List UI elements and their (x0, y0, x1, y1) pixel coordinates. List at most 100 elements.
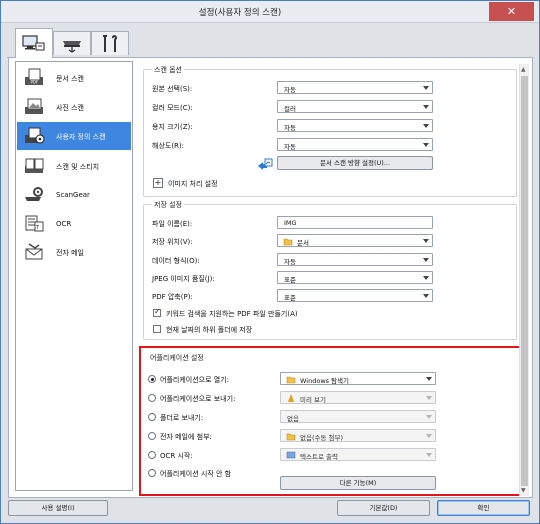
image-processing-expander[interactable]: + (153, 178, 163, 188)
chevron-down-icon (423, 143, 429, 147)
scanner-icon (63, 40, 81, 53)
title-bar: 설정(사용자 정의 스캔) ✕ (1, 1, 539, 23)
open-with-select[interactable]: Windows 탐색기 (280, 372, 436, 385)
sidebar-item-label: 스캔 및 스티치 (56, 163, 100, 171)
save-settings-group: 저장 설정 파일 이름(E): IMG 저장 위치(V): 문서 데이터 형식(… (143, 200, 517, 340)
open-with-label: 어플리케이션으로 열기: (160, 376, 229, 384)
paper-size-value: 자동 (284, 124, 296, 132)
paper-size-select[interactable]: 자동 (277, 119, 433, 132)
application-settings-group: 어플리케이션 설정 어플리케이션으로 열기: Windows 탐색기 어플리케이… (143, 353, 517, 490)
data-format-label: 데이터 형식(O): (152, 257, 200, 265)
chevron-down-icon (426, 377, 432, 381)
resolution-value: 자동 (284, 143, 296, 151)
chevron-down-icon (426, 453, 432, 457)
jpeg-quality-value: 표준 (284, 276, 296, 284)
scrollbar-thumb[interactable] (521, 76, 528, 486)
sidebar-item-custom-scan[interactable]: 사용자 정의 스캔 (17, 122, 131, 150)
scroll-up-arrow-icon[interactable]: ▲ (521, 66, 526, 73)
ok-button[interactable]: 확인 (437, 500, 530, 516)
more-functions-button[interactable]: 다른 기능(M) (280, 476, 436, 490)
chevron-down-icon (426, 396, 432, 400)
orientation-icon (258, 158, 273, 170)
custom-scan-icon (25, 127, 45, 144)
paper-size-label: 용지 크기(Z): (152, 123, 193, 131)
sidebar-item-ocr[interactable]: T OCR (17, 211, 131, 237)
tab-scan-from-operation-panel[interactable] (53, 31, 91, 55)
send-to-app-value: 미리 보기 (300, 396, 326, 404)
save-in-select[interactable]: 문서 (277, 234, 433, 247)
sidebar-item-label: OCR (56, 220, 72, 228)
instructions-button[interactable]: 사용 설명(I) (8, 500, 108, 516)
chevron-down-icon (423, 124, 429, 128)
defaults-button[interactable]: 기본값(D) (337, 500, 430, 516)
chevron-down-icon (423, 276, 429, 280)
folder-icon (286, 376, 296, 384)
image-processing-label: 이미지 처리 설정 (168, 180, 218, 188)
source-select[interactable]: 자동 (277, 81, 433, 94)
ocr-icon: T (25, 215, 44, 232)
resolution-label: 해상도(R): (152, 142, 185, 150)
jpeg-quality-select[interactable]: 표준 (277, 271, 433, 284)
scangear-icon (25, 187, 43, 201)
scrollbar[interactable]: ▲ ▼ (519, 64, 529, 496)
stitch-icon (25, 158, 44, 173)
color-mode-value: 컬러 (284, 105, 296, 113)
svg-text:PDF: PDF (31, 80, 39, 85)
chevron-down-icon (426, 434, 432, 438)
send-to-folder-value: 없음 (287, 415, 299, 423)
preview-icon (288, 394, 294, 402)
searchable-pdf-checkbox[interactable] (153, 307, 161, 317)
sidebar-item-label: 사용자 정의 스캔 (56, 133, 106, 141)
send-to-folder-radio[interactable] (148, 413, 156, 421)
tab-panel: PDF 문서 스캔 사진 스캔 사용자 정의 스캔 스캔 및 스티치 ScanG… (8, 58, 533, 498)
searchable-pdf-label: 키워드 검색을 지원하는 PDF 파일 만들기(A) (166, 310, 298, 318)
sidebar-item-photo-scan[interactable]: 사진 스캔 (17, 94, 131, 120)
send-to-folder-select[interactable]: 없음 (280, 410, 436, 423)
start-ocr-select[interactable]: 텍스트로 출력 (280, 448, 436, 461)
sidebar-item-scan-and-stitch[interactable]: 스캔 및 스티치 (17, 153, 131, 179)
scan-options-group: 스캔 옵션 원본 선택(S): 자동 컬러 모드(C): 컬러 용지 크기(Z)… (143, 65, 517, 197)
color-mode-select[interactable]: 컬러 (277, 100, 433, 113)
tab-general-settings[interactable] (91, 31, 129, 55)
pdf-compression-value: 표준 (284, 294, 296, 302)
start-ocr-radio[interactable] (148, 451, 156, 459)
date-subfolder-checkbox[interactable] (153, 325, 161, 333)
source-label: 원본 선택(S): (152, 85, 193, 93)
orientation-settings-button[interactable]: 문서 스캔 방향 설정(U)... (277, 156, 433, 170)
settings-window: 설정(사용자 정의 스캔) ✕ PDF 문서 스캔 사진 스캔 사용자 정의 스… (0, 0, 540, 524)
close-button[interactable]: ✕ (489, 2, 534, 21)
attach-email-select[interactable]: 없음(수동 첨부) (280, 429, 436, 442)
document-icon: PDF (25, 68, 43, 85)
pdf-compression-select[interactable]: 표준 (277, 289, 433, 302)
sidebar: PDF 문서 스캔 사진 스캔 사용자 정의 스캔 스캔 및 스티치 ScanG… (15, 61, 133, 491)
attach-email-radio[interactable] (148, 432, 156, 440)
start-ocr-label: OCR 시작: (160, 452, 193, 460)
sidebar-item-scangear[interactable]: ScanGear (17, 182, 131, 208)
photo-icon (25, 98, 43, 114)
data-format-value: 자동 (284, 258, 296, 266)
sidebar-item-email[interactable]: 전자 메일 (17, 239, 131, 265)
sidebar-item-label: 문서 스캔 (56, 75, 84, 83)
file-name-input[interactable]: IMG (277, 216, 433, 229)
no-app-radio[interactable] (148, 469, 156, 477)
email-icon (25, 243, 43, 260)
send-to-app-select[interactable]: 미리 보기 (280, 391, 436, 404)
chevron-down-icon (423, 105, 429, 109)
save-in-label: 저장 위치(V): (152, 238, 193, 246)
tab-scan-from-computer[interactable] (15, 28, 53, 58)
scroll-down-arrow-icon[interactable]: ▼ (521, 487, 526, 494)
resolution-select[interactable]: 자동 (277, 138, 433, 151)
file-name-label: 파일 이름(E): (152, 220, 193, 228)
save-in-value: 문서 (297, 239, 309, 247)
data-format-select[interactable]: 자동 (277, 253, 433, 266)
sidebar-item-document-scan[interactable]: PDF 문서 스캔 (17, 65, 131, 91)
chevron-down-icon (423, 239, 429, 243)
open-with-radio[interactable] (148, 375, 156, 383)
send-to-app-radio[interactable] (148, 394, 156, 402)
tools-icon (103, 34, 118, 52)
send-to-app-label: 어플리케이션으로 보내기: (160, 395, 236, 403)
scan-options-title: 스캔 옵션 (152, 65, 184, 75)
sidebar-item-label: 전자 메일 (56, 249, 84, 257)
attach-email-value: 없음(수동 첨부) (300, 434, 344, 442)
file-name-value: IMG (284, 219, 297, 227)
